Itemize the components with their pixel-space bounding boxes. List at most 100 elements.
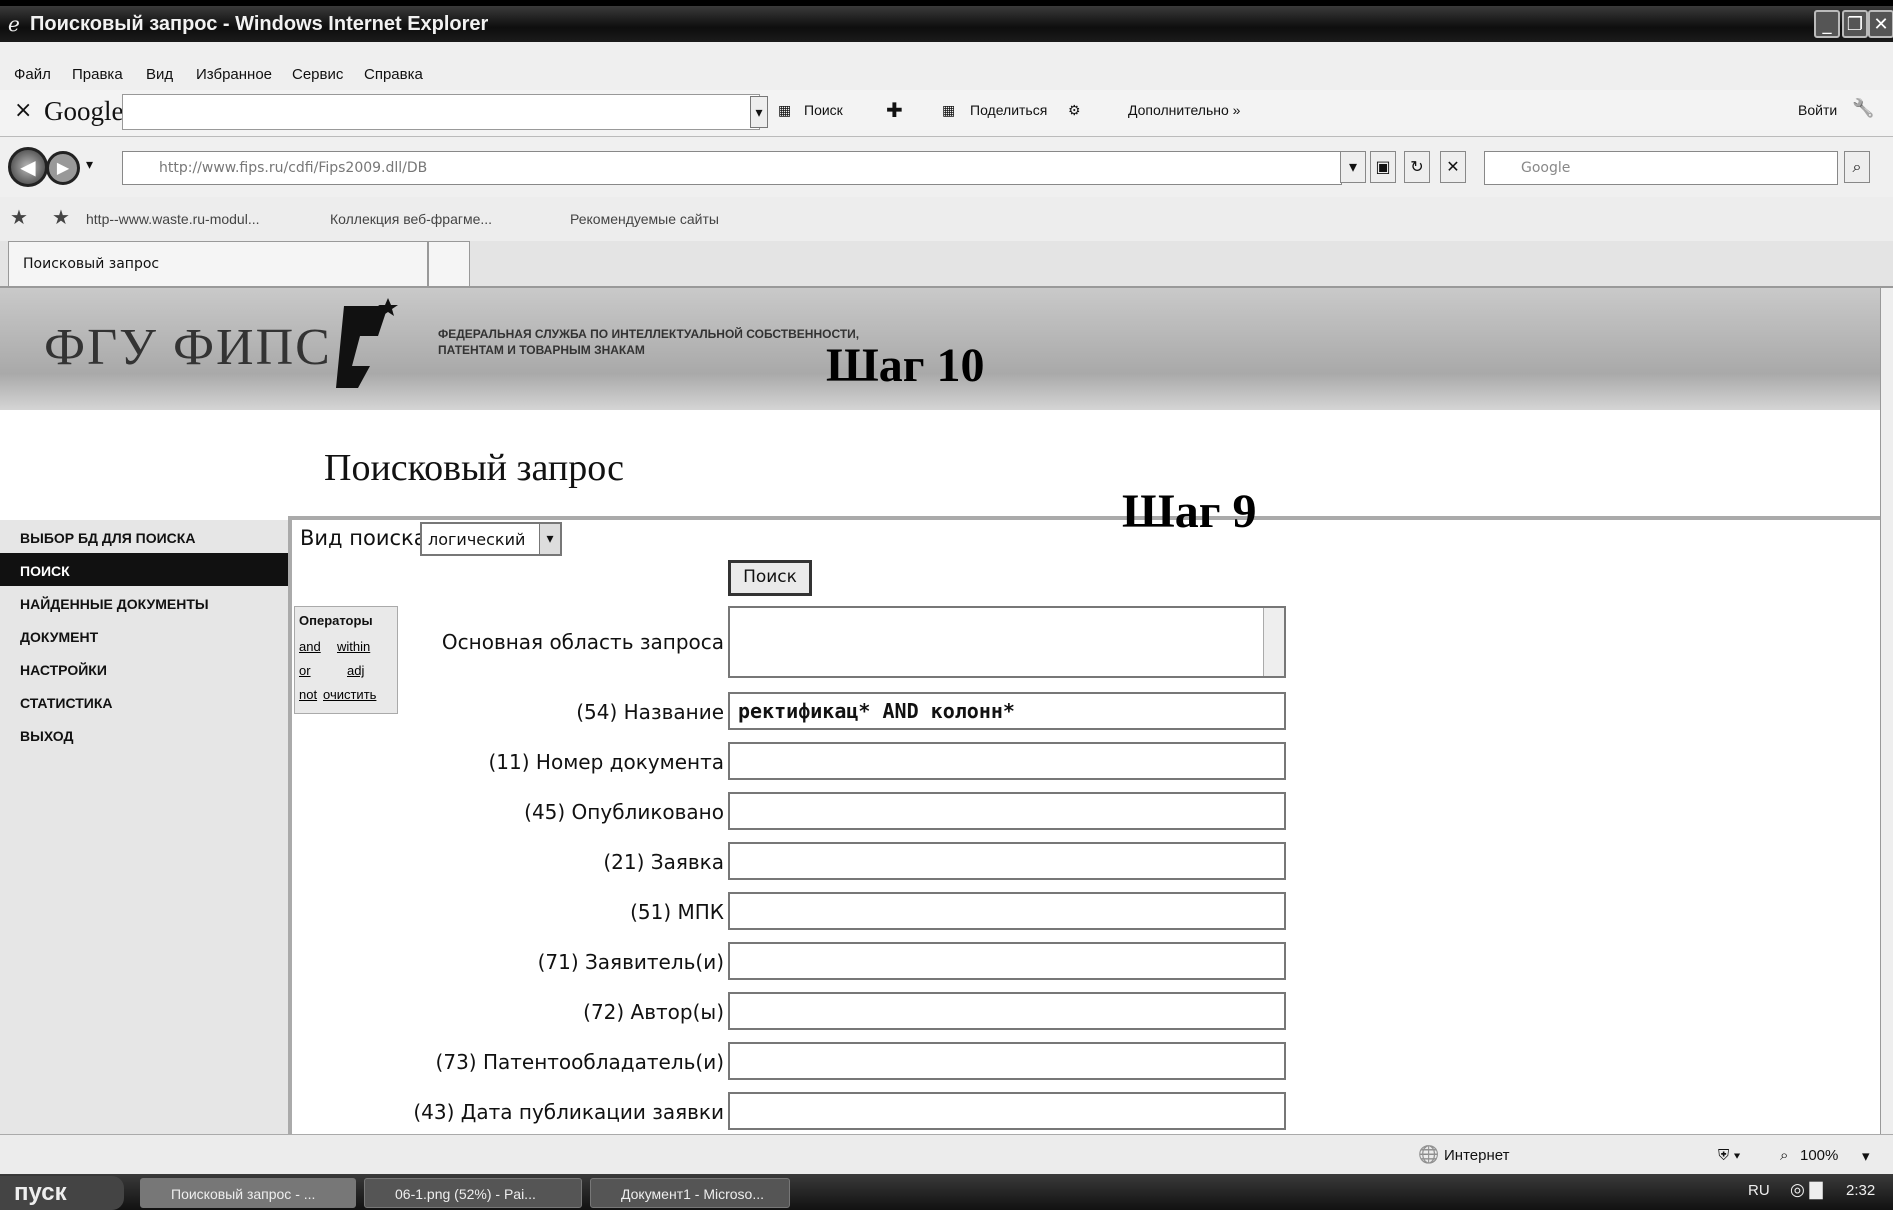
menu-bar: Файл Правка Вид Избранное Сервис Справка [0, 42, 1893, 91]
taskbar-button-paint-label: 06-1.png (52%) - Pai... [395, 1186, 536, 1202]
menu-tools[interactable]: Сервис [292, 66, 343, 83]
google-logo: Google [44, 96, 124, 126]
field-label-published: (45) Опубликовано [524, 800, 724, 824]
field-label-main: Основная область запроса [441, 630, 724, 654]
doc-number-field[interactable] [728, 742, 1286, 780]
globe-icon: 🌐 [1418, 1145, 1440, 1164]
google-search-icon[interactable]: ▦ [778, 102, 791, 119]
ie-icon: ℯ [8, 12, 20, 36]
more-button[interactable]: Дополнительно » [1128, 102, 1240, 118]
stop-icon[interactable]: ✕ [1440, 151, 1466, 183]
address-dropdown-icon[interactable]: ▾ [1340, 151, 1366, 183]
tab-label: Поисковый запрос [23, 256, 160, 272]
address-bar-row: ◀ ▶ ▾ http://www.fips.ru/cdfi/Fips2009.d… [0, 137, 1893, 197]
web-search-input[interactable]: Google [1484, 151, 1838, 185]
step9-annotation: Шаг 9 [1122, 485, 1257, 538]
nav-statistics[interactable]: СТАТИСТИКА [0, 685, 290, 718]
nav-search[interactable]: ПОИСК [0, 553, 290, 586]
operator-adj-link[interactable]: adj [347, 663, 364, 678]
banner-subtitle-line1: ФЕДЕРАЛЬНАЯ СЛУЖБА ПО ИНТЕЛЛЕКТУАЛЬНОЙ С… [438, 327, 860, 341]
taskbar-button-word-label: Документ1 - Microso... [621, 1186, 765, 1202]
favorite-item-2[interactable]: Коллекция веб-фрагме... [330, 211, 492, 227]
banner-subtitle-line2: ПАТЕНТАМ И ТОВАРНЫМ ЗНАКАМ [438, 343, 645, 357]
google-search-button[interactable]: Поиск [804, 102, 843, 118]
close-toolbar-icon[interactable]: × [14, 98, 32, 123]
application-field[interactable] [728, 842, 1286, 880]
forward-icon[interactable]: ▶ [46, 151, 80, 185]
patentee-field[interactable] [728, 1042, 1286, 1080]
operators-panel: Операторы and within or adj not очистить [294, 606, 398, 714]
start-button[interactable]: пуск [0, 1176, 124, 1210]
zoom-dropdown-icon[interactable]: ▾ [1862, 1147, 1870, 1165]
back-icon[interactable]: ◀ [8, 147, 48, 187]
google-search-input[interactable] [122, 94, 760, 130]
minimize-button[interactable]: _ [1814, 10, 1840, 38]
menu-file[interactable]: Файл [14, 66, 51, 83]
star-icon[interactable]: ★ [10, 205, 28, 230]
tab-bar: Поисковый запрос [0, 241, 1893, 288]
tab-search-query[interactable]: Поисковый запрос [8, 241, 428, 286]
signin-button[interactable]: Войти [1798, 102, 1837, 118]
page-scrollbar[interactable] [1880, 288, 1893, 1134]
protected-mode-icon[interactable]: ⛨ ▾ [1718, 1147, 1741, 1164]
search-button[interactable]: Поиск [728, 560, 812, 596]
language-indicator[interactable]: RU [1748, 1182, 1770, 1199]
bookmark-icon[interactable]: ✚ [886, 98, 903, 123]
nav-exit[interactable]: ВЫХОД [0, 718, 290, 751]
share-icon[interactable]: ▦ [942, 102, 955, 119]
search-type-select[interactable]: логический ▾ [420, 522, 562, 556]
search-icon[interactable]: ⌕ [1844, 151, 1870, 183]
field-label-pub-date: (43) Дата публикации заявки [413, 1100, 724, 1124]
menu-view[interactable]: Вид [146, 66, 173, 83]
status-bar: 🌐 Интернет ⛨ ▾ ⌕ 100% ▾ [0, 1134, 1893, 1175]
field-label-title: (54) Название [576, 700, 724, 724]
menu-help[interactable]: Справка [364, 66, 423, 83]
compat-view-icon[interactable]: ▣ [1370, 151, 1396, 183]
add-favorite-icon[interactable]: ★ [52, 205, 70, 230]
page-title: Поисковый запрос [324, 447, 625, 489]
field-label-ipc: (51) МПК [630, 900, 724, 924]
side-navigation: ВЫБОР БД ДЛЯ ПОИСКА ПОИСК НАЙДЕННЫЕ ДОКУ… [0, 520, 290, 1134]
ipc-field[interactable] [728, 892, 1286, 930]
zoom-icon: ⌕ [1780, 1147, 1789, 1164]
maximize-button[interactable]: ❐ [1842, 10, 1868, 38]
menu-favorites[interactable]: Избранное [196, 66, 272, 83]
zone-label: Интернет [1444, 1147, 1510, 1164]
new-tab-button[interactable] [428, 241, 470, 286]
applicant-field[interactable] [728, 942, 1286, 980]
taskbar-button-paint[interactable]: 06-1.png (52%) - Pai... [364, 1178, 582, 1208]
main-query-textarea[interactable] [728, 606, 1286, 678]
field-label-applicant: (71) Заявитель(и) [537, 950, 724, 974]
favorite-item-1[interactable]: http--www.waste.ru-modul... [86, 211, 260, 227]
close-button[interactable]: ✕ [1868, 10, 1893, 38]
nav-found-docs[interactable]: НАЙДЕННЫЕ ДОКУМЕНТЫ [0, 586, 290, 619]
wrench-icon[interactable]: 🔧 [1852, 98, 1874, 119]
address-input[interactable]: http://www.fips.ru/cdfi/Fips2009.dll/DB [122, 151, 1342, 185]
taskbar-button-ie[interactable]: Поисковый запрос - ... [140, 1178, 356, 1208]
url-text: http://www.fips.ru/cdfi/Fips2009.dll/DB [159, 160, 428, 176]
settings-icon[interactable]: ⚙ [1068, 102, 1081, 119]
zoom-level[interactable]: 100% [1800, 1147, 1838, 1164]
author-field[interactable] [728, 992, 1286, 1030]
field-label-doc-number: (11) Номер документа [488, 750, 725, 774]
nav-settings[interactable]: НАСТРОЙКИ [0, 652, 290, 685]
favorite-item-3[interactable]: Рекомендуемые сайты [570, 211, 719, 227]
published-field[interactable] [728, 792, 1286, 830]
operator-or-link[interactable]: or [299, 663, 311, 678]
textarea-scrollbar[interactable] [1263, 608, 1284, 676]
title-field[interactable]: ректификац* AND колонн* [728, 692, 1286, 730]
refresh-icon[interactable]: ↻ [1404, 151, 1430, 183]
menu-edit[interactable]: Правка [72, 66, 123, 83]
web-search-placeholder: Google [1521, 160, 1571, 176]
nav-document[interactable]: ДОКУМЕНТ [0, 619, 290, 652]
taskbar: пуск Поисковый запрос - ... 06-1.png (52… [0, 1174, 1893, 1210]
pub-date-field[interactable] [728, 1092, 1286, 1130]
tray-icons[interactable]: ◎ ▇ [1790, 1180, 1823, 1200]
nav-db-select[interactable]: ВЫБОР БД ДЛЯ ПОИСКА [0, 520, 290, 553]
history-dropdown-icon[interactable]: ▾ [86, 157, 93, 173]
title-field-value: ректификац* AND колонн* [738, 699, 1015, 723]
share-button[interactable]: Поделиться [970, 102, 1047, 118]
google-toolbar: × Google ▾ ▦ Поиск ✚ ▦ Поделиться ⚙ Допо… [0, 90, 1893, 137]
taskbar-button-word[interactable]: Документ1 - Microso... [590, 1178, 790, 1208]
chevron-down-icon[interactable]: ▾ [750, 96, 768, 128]
